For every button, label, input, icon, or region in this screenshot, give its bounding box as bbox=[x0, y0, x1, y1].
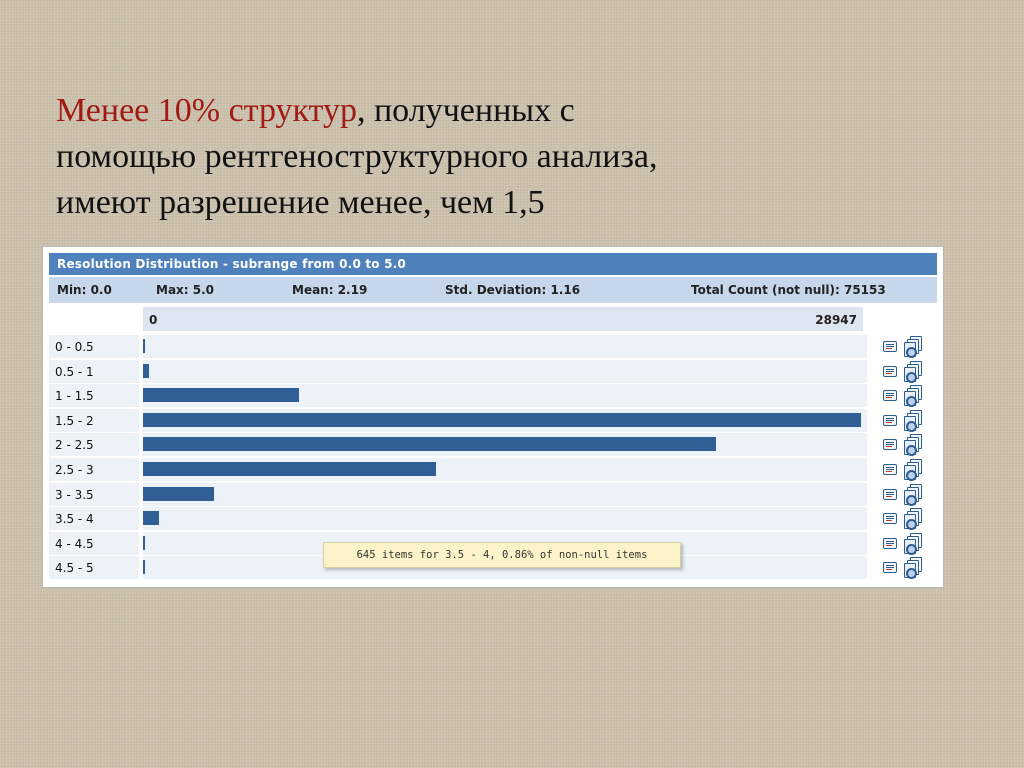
bin-label: 2.5 - 3 bbox=[49, 458, 139, 481]
stacked-documents-icon[interactable] bbox=[903, 434, 923, 457]
report-icon[interactable] bbox=[883, 439, 897, 451]
scale-min: 0 bbox=[149, 313, 158, 327]
bin-label: 4.5 - 5 bbox=[49, 556, 139, 580]
bar-track bbox=[143, 507, 867, 531]
bar-track bbox=[143, 458, 867, 481]
stat-mean: Mean: 2.19 bbox=[292, 283, 368, 297]
stat-std-deviation: Std. Deviation: 1.16 bbox=[445, 283, 581, 297]
histogram-bar[interactable] bbox=[143, 462, 436, 476]
stacked-documents-icon[interactable] bbox=[903, 532, 923, 555]
bar-tooltip: 645 items for 3.5 - 4, 0.86% of non-null… bbox=[323, 542, 681, 568]
stacked-documents-icon[interactable] bbox=[903, 385, 923, 408]
slide-line-2: помощью рентгеноструктурного анализа, bbox=[56, 138, 658, 175]
slide-line-3: имеют разрешение менее, чем 1,5 bbox=[56, 184, 545, 221]
report-icon[interactable] bbox=[883, 464, 897, 475]
stacked-documents-icon[interactable] bbox=[903, 336, 923, 358]
histogram-row: 2 - 2.5 bbox=[49, 433, 937, 457]
report-icon[interactable] bbox=[883, 414, 897, 426]
histogram-bar[interactable] bbox=[143, 339, 145, 353]
stacked-documents-icon[interactable] bbox=[903, 360, 923, 383]
stacked-documents-icon[interactable] bbox=[903, 483, 923, 506]
bar-track bbox=[143, 384, 867, 408]
report-icon[interactable] bbox=[883, 390, 897, 402]
stacked-documents-icon[interactable] bbox=[903, 508, 923, 531]
histogram-row: 2.5 - 3 bbox=[49, 458, 937, 481]
bin-label: 3.5 - 4 bbox=[49, 507, 139, 531]
slide-line-1: Менее 10% структур, полученных с bbox=[56, 88, 796, 134]
histogram-bar[interactable] bbox=[143, 560, 145, 575]
histogram-row: 3.5 - 4 bbox=[49, 507, 937, 531]
bar-track bbox=[143, 408, 867, 432]
panel-title: Resolution Distribution - subrange from … bbox=[49, 253, 937, 275]
bar-track bbox=[143, 433, 867, 457]
bin-label: 3 - 3.5 bbox=[49, 482, 139, 506]
stat-min: Min: 0.0 bbox=[57, 283, 112, 297]
histogram-bar[interactable] bbox=[143, 388, 300, 403]
bin-label: 0.5 - 1 bbox=[49, 359, 139, 383]
report-icon[interactable] bbox=[883, 513, 897, 525]
bar-track bbox=[143, 335, 867, 358]
stacked-documents-icon[interactable] bbox=[903, 409, 923, 432]
report-icon[interactable] bbox=[883, 365, 897, 377]
stacked-documents-icon[interactable] bbox=[903, 557, 923, 580]
histogram-bar[interactable] bbox=[143, 486, 214, 501]
report-icon[interactable] bbox=[883, 562, 897, 574]
histogram-row: 0 - 0.5 bbox=[49, 335, 937, 358]
histogram-bar[interactable] bbox=[143, 412, 861, 427]
report-icon[interactable] bbox=[883, 537, 897, 549]
bin-label: 4 - 4.5 bbox=[49, 531, 139, 555]
slide-text: Менее 10% структур, полученных с помощью… bbox=[56, 88, 796, 226]
stat-max: Max: 5.0 bbox=[156, 283, 215, 297]
histogram-bar[interactable] bbox=[143, 437, 716, 452]
bin-label: 1.5 - 2 bbox=[49, 408, 139, 432]
histogram-row: 1 - 1.5 bbox=[49, 384, 937, 408]
stats-bar: Min: 0.0 Max: 5.0 Mean: 2.19 Std. Deviat… bbox=[49, 277, 937, 303]
stacked-documents-icon[interactable] bbox=[903, 459, 923, 481]
scale-max: 28947 bbox=[815, 313, 857, 327]
report-icon[interactable] bbox=[883, 488, 897, 500]
bin-label: 1 - 1.5 bbox=[49, 384, 139, 408]
histogram-bar[interactable] bbox=[143, 535, 145, 550]
bar-track bbox=[143, 359, 867, 383]
histogram-bar[interactable] bbox=[143, 511, 159, 526]
scale-header: 0 28947 bbox=[143, 307, 863, 331]
slide-line-1-rest: , полученных с bbox=[356, 92, 575, 129]
stat-total-count: Total Count (not null): 75153 bbox=[691, 283, 886, 297]
histogram-bar[interactable] bbox=[143, 363, 150, 378]
histogram-row: 1.5 - 2 bbox=[49, 408, 937, 432]
histogram-row: 0.5 - 1 bbox=[49, 359, 937, 383]
bin-label: 0 - 0.5 bbox=[49, 335, 139, 358]
resolution-distribution-panel: Resolution Distribution - subrange from … bbox=[42, 246, 944, 588]
report-icon[interactable] bbox=[883, 341, 897, 352]
histogram-row: 3 - 3.5 bbox=[49, 482, 937, 506]
slide-accent-text: Менее 10% структур bbox=[56, 92, 357, 129]
bar-track bbox=[143, 482, 867, 506]
bin-label: 2 - 2.5 bbox=[49, 433, 139, 457]
